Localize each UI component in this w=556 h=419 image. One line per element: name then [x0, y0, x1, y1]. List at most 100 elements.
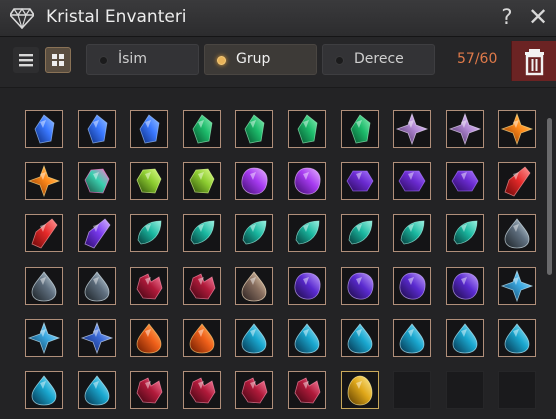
- title-bar: Kristal Envanteri ? ✕: [0, 0, 556, 37]
- inventory-slot[interactable]: [25, 162, 63, 200]
- inventory-slot[interactable]: [25, 110, 63, 148]
- sort-by-name-option[interactable]: İsim: [86, 44, 199, 75]
- teal-crystal-icon: [190, 220, 215, 245]
- violet-round-crystal-icon: [399, 272, 426, 300]
- sort-by-group-option[interactable]: Grup: [204, 44, 317, 75]
- inventory-slot[interactable]: [288, 110, 326, 148]
- sort-option-label: İsim: [118, 51, 147, 67]
- help-button[interactable]: ?: [497, 4, 517, 30]
- inventory-slot[interactable]: [341, 319, 379, 357]
- inventory-slot[interactable]: [78, 319, 116, 357]
- teal-crystal-icon: [348, 220, 373, 245]
- smoky-crystal-icon: [241, 271, 267, 302]
- inventory-slot[interactable]: [393, 214, 431, 252]
- inventory-slot[interactable]: [235, 371, 273, 409]
- close-button[interactable]: ✕: [526, 4, 550, 30]
- sort-option-label: Grup: [236, 51, 271, 67]
- violet-star-crystal-icon: [395, 112, 429, 146]
- grid-view-button[interactable]: [45, 47, 71, 73]
- green-crystal-icon: [350, 114, 371, 144]
- inventory-slot[interactable]: [78, 110, 116, 148]
- inventory-slot[interactable]: [498, 110, 536, 148]
- inventory-slot[interactable]: [130, 371, 168, 409]
- inventory-slot[interactable]: [25, 214, 63, 252]
- inventory-slot[interactable]: [183, 214, 221, 252]
- inventory-slot[interactable]: [341, 267, 379, 305]
- inventory-slot[interactable]: [130, 214, 168, 252]
- list-view-button[interactable]: [13, 47, 39, 73]
- radio-indicator: [217, 56, 226, 65]
- inventory-slot[interactable]: [235, 319, 273, 357]
- inventory-slot[interactable]: [288, 267, 326, 305]
- inventory-slot[interactable]: [446, 162, 484, 200]
- inventory-slot[interactable]: [130, 110, 168, 148]
- cyan-crystal-icon: [84, 375, 110, 406]
- inventory-slot[interactable]: [25, 319, 63, 357]
- ruby-crystal-icon: [241, 377, 268, 404]
- inventory-slot[interactable]: [235, 110, 273, 148]
- ruby-crystal-icon: [294, 377, 321, 404]
- inventory-scrollbar[interactable]: [547, 118, 552, 275]
- inventory-slot[interactable]: [498, 319, 536, 357]
- violet-round-crystal-icon: [294, 272, 321, 300]
- inventory-slot[interactable]: [288, 371, 326, 409]
- inventory-slot[interactable]: [130, 162, 168, 200]
- inventory-slot[interactable]: [498, 267, 536, 305]
- inventory-slot[interactable]: [78, 371, 116, 409]
- inventory-slot[interactable]: [341, 371, 379, 409]
- inventory-slot[interactable]: [78, 162, 116, 200]
- inventory-slot[interactable]: [288, 319, 326, 357]
- diamond-icon: [10, 7, 34, 29]
- inventory-slot[interactable]: [183, 110, 221, 148]
- sort-option-label: Derece: [354, 51, 404, 67]
- inventory-slot[interactable]: [183, 371, 221, 409]
- inventory-slot[interactable]: [341, 162, 379, 200]
- cyan-shard-crystal-icon: [27, 321, 61, 355]
- inventory-slot[interactable]: [341, 214, 379, 252]
- gray-crystal-icon: [84, 271, 110, 302]
- inventory-slot[interactable]: [183, 267, 221, 305]
- inventory-slot[interactable]: [288, 162, 326, 200]
- empty-inventory-slot[interactable]: [393, 371, 431, 409]
- inventory-slot[interactable]: [78, 267, 116, 305]
- inventory-slot[interactable]: [183, 319, 221, 357]
- inventory-slot[interactable]: [183, 162, 221, 200]
- cyan-crystal-icon: [347, 323, 373, 354]
- inventory-slot[interactable]: [25, 267, 63, 305]
- inventory-slot[interactable]: [393, 319, 431, 357]
- inventory-slot[interactable]: [25, 371, 63, 409]
- gray-crystal-icon: [31, 271, 57, 302]
- green-crystal-icon: [297, 114, 318, 144]
- inventory-slot[interactable]: [130, 319, 168, 357]
- inventory-slot[interactable]: [235, 162, 273, 200]
- inventory-slot[interactable]: [235, 267, 273, 305]
- inventory-slot[interactable]: [341, 110, 379, 148]
- violet-round-crystal-icon: [347, 272, 374, 300]
- inventory-slot[interactable]: [446, 319, 484, 357]
- violet-star-crystal-icon: [448, 112, 482, 146]
- empty-inventory-slot[interactable]: [446, 371, 484, 409]
- grid-icon: [52, 54, 64, 66]
- crystal-inventory-window: Kristal Envanteri ? ✕ İsim Grup Derece 5…: [0, 0, 556, 419]
- amber-crystal-icon: [27, 164, 61, 198]
- inventory-slot[interactable]: [78, 214, 116, 252]
- inventory-slot[interactable]: [446, 267, 484, 305]
- inventory-slot[interactable]: [498, 214, 536, 252]
- inventory-slot[interactable]: [393, 162, 431, 200]
- empty-inventory-slot[interactable]: [498, 371, 536, 409]
- amber-crystal-icon: [500, 112, 534, 146]
- blue-crystal-icon: [34, 114, 55, 144]
- inventory-slot[interactable]: [288, 214, 326, 252]
- inventory-slot[interactable]: [393, 267, 431, 305]
- inventory-slot[interactable]: [446, 110, 484, 148]
- inventory-slot[interactable]: [393, 110, 431, 148]
- sort-by-grade-option[interactable]: Derece: [322, 44, 435, 75]
- rainbow-crystal-icon: [84, 168, 110, 194]
- inventory-slot[interactable]: [498, 162, 536, 200]
- inventory-slot[interactable]: [235, 214, 273, 252]
- green-crystal-icon: [244, 114, 265, 144]
- inventory-slot[interactable]: [446, 214, 484, 252]
- ruby-crystal-icon: [189, 273, 216, 300]
- delete-button[interactable]: [511, 41, 556, 81]
- inventory-slot[interactable]: [130, 267, 168, 305]
